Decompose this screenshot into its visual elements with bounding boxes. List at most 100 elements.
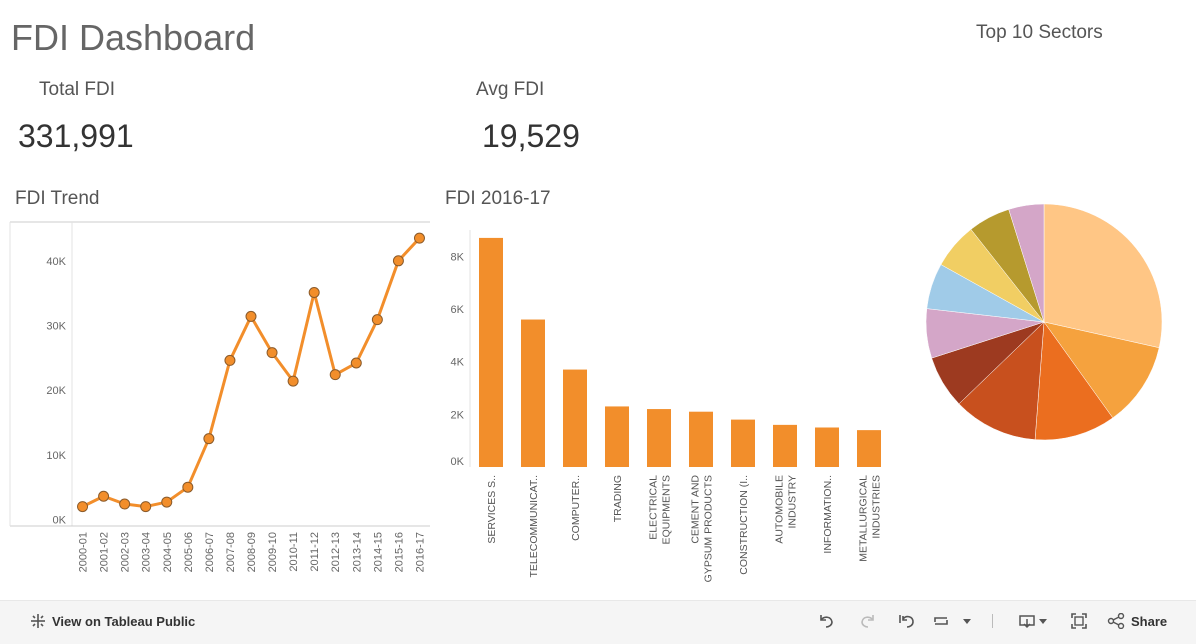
x-tick-label: 2001-02 (99, 532, 111, 572)
share-icon (1107, 613, 1125, 629)
trend-point[interactable] (371, 314, 383, 326)
share-label: Share (1131, 613, 1168, 629)
y-tick-label: 20K (46, 385, 66, 397)
y-tick-label: 40K (46, 256, 66, 268)
x-tick-label: 2009-10 (267, 532, 279, 572)
top-10-sectors-pie[interactable] (900, 180, 1196, 470)
x-tick-label: 2007-08 (225, 532, 237, 572)
y-tick-label: 10K (46, 450, 66, 462)
sector-bar[interactable] (563, 369, 587, 467)
trend-point[interactable] (287, 375, 299, 387)
sector-bar[interactable] (773, 424, 797, 467)
x-tick-label: 2015-16 (393, 532, 405, 572)
x-tick-label: EQUIPMENTS (661, 475, 673, 544)
sector-bar[interactable] (857, 430, 881, 467)
view-on-tableau-label: View on Tableau Public (52, 613, 196, 629)
x-tick-label: 2004-05 (162, 532, 174, 572)
undo-button[interactable] (815, 607, 837, 635)
x-tick-label: AUTOMOBILE (774, 475, 786, 544)
x-tick-label: COMPUTER.. (570, 475, 582, 541)
trend-point[interactable] (308, 287, 320, 299)
x-tick-label: CONSTRUCTION (I.. (738, 475, 750, 575)
x-tick-label: CEMENT AND (690, 475, 702, 544)
pie-chart-title: Top 10 Sectors (976, 22, 1103, 43)
trend-point[interactable] (203, 433, 215, 445)
redo-button[interactable] (857, 607, 879, 635)
trend-point[interactable] (140, 501, 152, 513)
x-tick-label: INDUSTRIES (871, 475, 883, 539)
trend-point[interactable] (77, 501, 89, 513)
redo-icon (859, 613, 877, 629)
revert-button[interactable] (896, 607, 918, 635)
trend-point[interactable] (392, 255, 404, 267)
x-tick-label: 2000-01 (78, 532, 90, 572)
refresh-dropdown[interactable] (960, 607, 974, 635)
y-tick-label: 6K (451, 304, 465, 316)
view-on-tableau-button[interactable]: View on Tableau Public (30, 607, 195, 635)
download-button[interactable] (1016, 607, 1050, 635)
trend-point[interactable] (266, 347, 278, 359)
fullscreen-icon (1070, 613, 1088, 629)
sector-bar[interactable] (731, 419, 755, 467)
y-tick-label: 2K (451, 409, 465, 421)
sector-bar[interactable] (815, 427, 839, 468)
x-tick-label: TELECOMMUNICAT.. (528, 475, 540, 577)
fdi-trend-chart[interactable]: 0K 10K 20K 30K 40K 2000-01 2001-02 2002-03 2003-… (0, 210, 440, 595)
y-tick-label: 8K (451, 251, 465, 263)
sector-bar[interactable] (647, 409, 671, 467)
x-tick-label: 2002-03 (120, 532, 132, 572)
x-tick-label: 2010-11 (288, 532, 300, 572)
x-tick-label: 2005-06 (183, 532, 195, 572)
x-tick-label: 2011-12 (309, 532, 321, 572)
toolbar-divider (992, 614, 993, 628)
x-tick-label: TRADING (612, 475, 624, 522)
y-tick-label: 30K (46, 320, 66, 332)
refresh-icon (932, 613, 950, 629)
download-icon (1018, 613, 1048, 629)
sector-bar[interactable] (605, 406, 629, 467)
sector-bar[interactable] (689, 411, 713, 467)
fullscreen-button[interactable] (1068, 607, 1090, 635)
y-tick-label: 0K (53, 515, 67, 527)
dashboard-title: FDI Dashboard (11, 17, 256, 58)
trend-point[interactable] (161, 496, 173, 508)
undo-icon (817, 613, 835, 629)
x-tick-label: 2012-13 (330, 532, 342, 572)
fdi-2016-17-chart[interactable]: 0K 2K 4K 6K 8K SERVICES S.. TELECOMMUNICAT.. CO… (440, 210, 900, 595)
x-tick-label: METALLURGICAL (858, 475, 870, 562)
sector-bar[interactable] (479, 237, 503, 467)
trend-point[interactable] (119, 498, 131, 510)
x-tick-label: ELECTRICAL (648, 475, 660, 540)
kpi-total-label: Total FDI (39, 79, 116, 100)
bar-chart-title: FDI 2016-17 (445, 188, 551, 209)
dropdown-icon (962, 617, 972, 625)
x-tick-label: 2013-14 (351, 532, 363, 572)
x-tick-label: SERVICES S.. (486, 475, 498, 544)
x-tick-label: GYPSUM PRODUCTS (703, 475, 715, 582)
trend-point[interactable] (224, 354, 236, 366)
trend-point[interactable] (350, 357, 362, 369)
y-tick-label: 4K (451, 357, 465, 369)
trend-line (81, 237, 421, 509)
x-tick-label: 2003-04 (141, 532, 153, 572)
kpi-total-value: 331,991 (18, 118, 134, 154)
x-tick-label: INFORMATION.. (822, 475, 834, 554)
trend-point[interactable] (182, 481, 194, 493)
sector-bar[interactable] (521, 319, 545, 467)
x-tick-label: 2016-17 (414, 532, 426, 572)
tableau-toolbar: View on Tableau Public Share (0, 600, 1196, 644)
trend-point[interactable] (98, 490, 110, 502)
tableau-logo-icon (30, 613, 46, 629)
refresh-button[interactable] (930, 607, 952, 635)
revert-icon (898, 613, 916, 629)
trend-point[interactable] (245, 310, 257, 322)
x-tick-label: 2006-07 (204, 532, 216, 572)
trend-chart-title: FDI Trend (15, 188, 100, 209)
y-tick-label: 0K (451, 456, 465, 468)
trend-point[interactable] (329, 369, 341, 381)
x-tick-label: INDUSTRY (787, 475, 799, 528)
share-button[interactable]: Share (1107, 607, 1167, 635)
trend-point[interactable] (413, 232, 425, 244)
kpi-avg-value: 19,529 (482, 118, 580, 154)
x-tick-label: 2014-15 (372, 532, 384, 572)
